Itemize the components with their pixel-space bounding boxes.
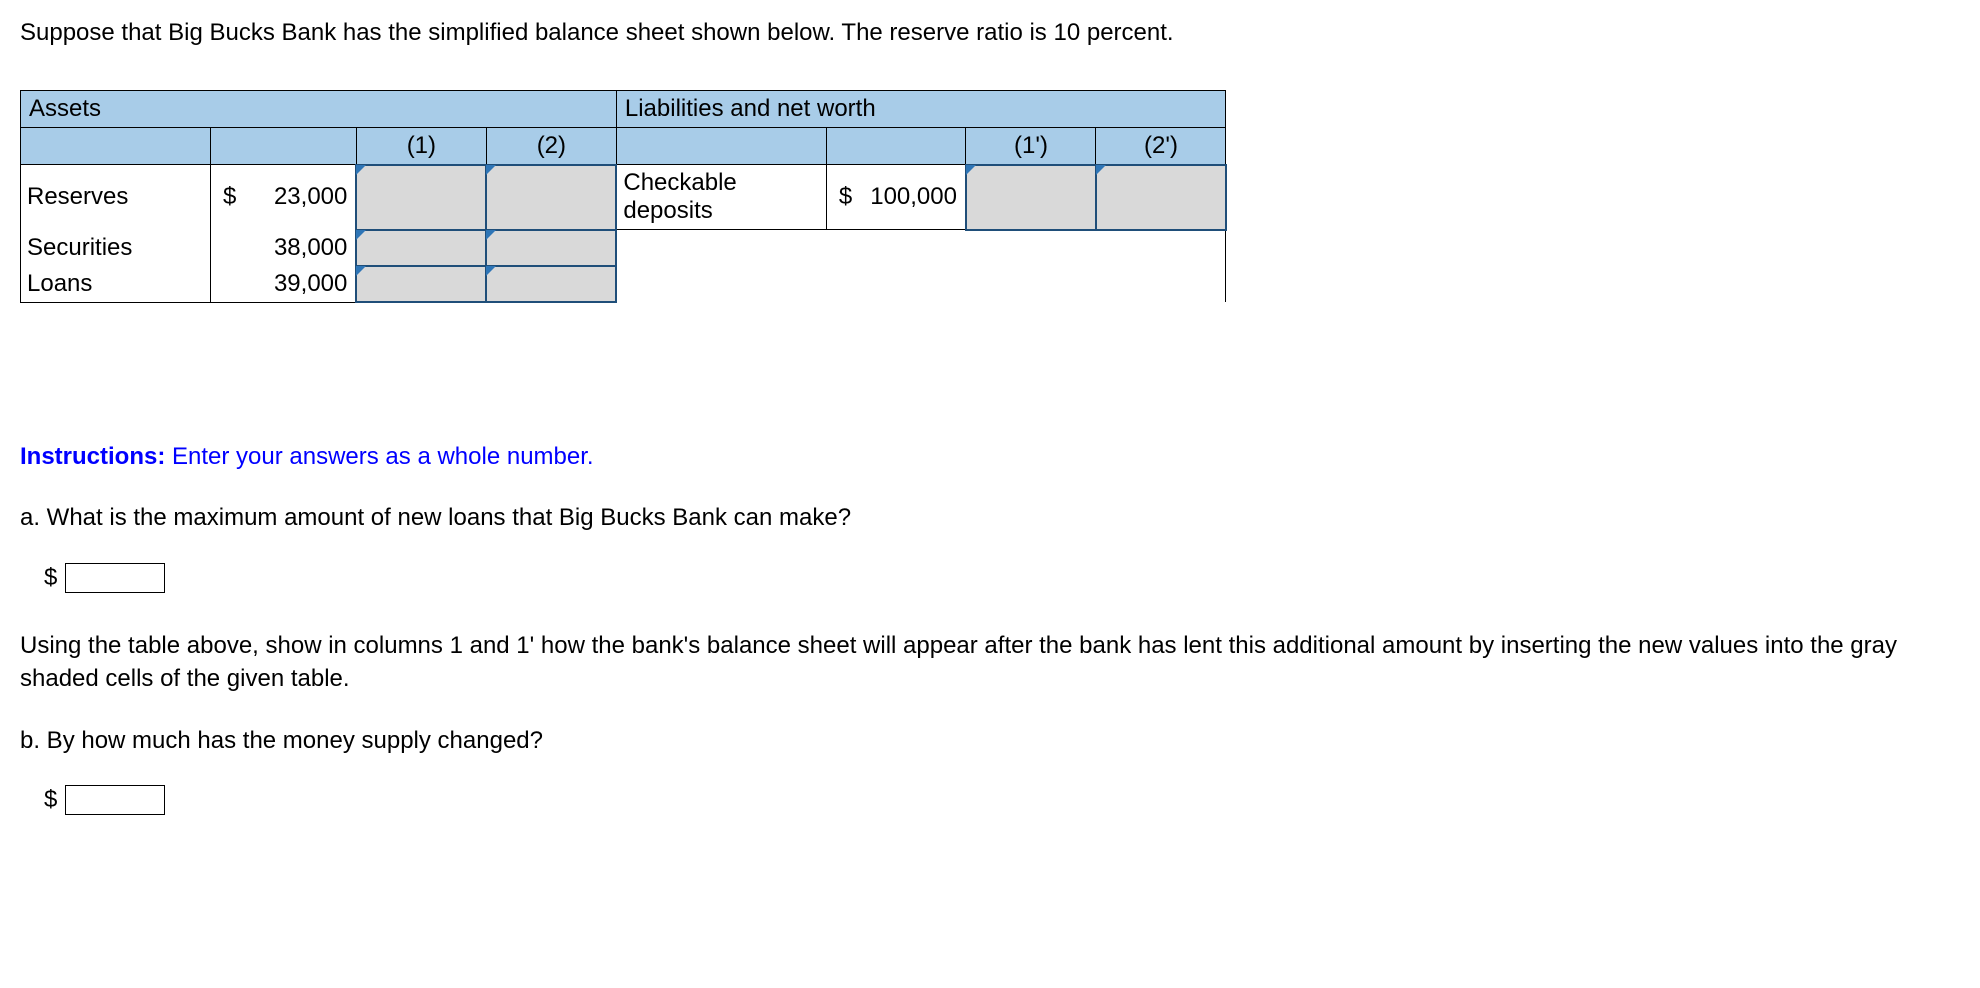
loans-col1-input[interactable] bbox=[357, 267, 485, 302]
dollar-sign-b: $ bbox=[44, 786, 57, 814]
input-marker-icon bbox=[966, 165, 976, 175]
securities-col1-input-cell[interactable] bbox=[356, 230, 486, 266]
checkable-col2p-input[interactable] bbox=[1097, 166, 1225, 229]
col-1-header: (1) bbox=[356, 127, 486, 165]
checkable-col2p-input-cell[interactable] bbox=[1096, 165, 1226, 230]
blank-subheader-5 bbox=[826, 127, 862, 165]
blank-subheader-1 bbox=[21, 127, 211, 165]
input-marker-icon bbox=[1096, 165, 1106, 175]
input-marker-icon bbox=[486, 165, 496, 175]
liab-blank-1 bbox=[616, 230, 826, 303]
balance-sheet-table-container: Assets Liabilities and net worth (1) (2)… bbox=[20, 90, 1960, 304]
checkable-dollar: $ bbox=[826, 165, 862, 230]
question-b: b. By how much has the money supply chan… bbox=[20, 724, 1960, 758]
securities-col2-input-cell[interactable] bbox=[486, 230, 616, 266]
instructions-line: Instructions: Enter your answers as a wh… bbox=[20, 443, 1960, 471]
answer-b-row: $ bbox=[44, 785, 1960, 815]
securities-col2-input[interactable] bbox=[487, 231, 615, 265]
liab-blank-5 bbox=[1096, 230, 1226, 303]
instructions-label: Instructions: bbox=[20, 443, 165, 470]
answer-a-row: $ bbox=[44, 563, 1960, 593]
checkable-col1p-input-cell[interactable] bbox=[966, 165, 1096, 230]
input-marker-icon bbox=[356, 230, 366, 240]
liabilities-header: Liabilities and net worth bbox=[616, 90, 1226, 127]
instructions-text: Enter your answers as a whole number. bbox=[165, 443, 593, 470]
checkable-col1p-input[interactable] bbox=[967, 166, 1095, 229]
reserves-col1-input-cell[interactable] bbox=[356, 165, 486, 230]
loans-blank-dollar bbox=[211, 266, 247, 303]
checkable-label: Checkable deposits bbox=[616, 165, 826, 230]
securities-amount: 38,000 bbox=[246, 230, 356, 266]
blank-subheader-2 bbox=[211, 127, 247, 165]
loans-col2-input-cell[interactable] bbox=[486, 266, 616, 303]
reserves-col2-input[interactable] bbox=[487, 166, 615, 229]
liab-blank-2 bbox=[826, 230, 862, 303]
blank-subheader-6 bbox=[862, 127, 966, 165]
loans-amount: 39,000 bbox=[246, 266, 356, 303]
securities-blank-dollar bbox=[211, 230, 247, 266]
input-marker-icon bbox=[356, 266, 366, 276]
input-marker-icon bbox=[486, 230, 496, 240]
intro-text: Suppose that Big Bucks Bank has the simp… bbox=[20, 16, 1960, 50]
liab-blank-3 bbox=[862, 230, 966, 303]
input-marker-icon bbox=[486, 266, 496, 276]
col-2p-header: (2') bbox=[1096, 127, 1226, 165]
reserves-col2-input-cell[interactable] bbox=[486, 165, 616, 230]
loans-col1-input-cell[interactable] bbox=[356, 266, 486, 303]
reserves-col1-input[interactable] bbox=[357, 166, 485, 229]
input-marker-icon bbox=[356, 165, 366, 175]
blank-subheader-3 bbox=[246, 127, 356, 165]
loans-col2-input[interactable] bbox=[487, 267, 615, 302]
col-2-header: (2) bbox=[486, 127, 616, 165]
reserves-amount: 23,000 bbox=[246, 165, 356, 230]
liab-blank-4 bbox=[966, 230, 1096, 303]
answer-b-input[interactable] bbox=[65, 785, 165, 815]
answer-a-input[interactable] bbox=[65, 563, 165, 593]
loans-label: Loans bbox=[21, 266, 211, 303]
question-a: a. What is the maximum amount of new loa… bbox=[20, 501, 1960, 535]
securities-label: Securities bbox=[21, 230, 211, 266]
securities-col1-input[interactable] bbox=[357, 231, 485, 265]
checkable-amount: 100,000 bbox=[862, 165, 966, 230]
reserves-dollar: $ bbox=[211, 165, 247, 230]
dollar-sign-a: $ bbox=[44, 564, 57, 592]
col-1p-header: (1') bbox=[966, 127, 1096, 165]
followup-a: Using the table above, show in columns 1… bbox=[20, 629, 1960, 696]
blank-subheader-4 bbox=[616, 127, 826, 165]
assets-header: Assets bbox=[21, 90, 617, 127]
reserves-label: Reserves bbox=[21, 165, 211, 230]
balance-sheet-table: Assets Liabilities and net worth (1) (2)… bbox=[20, 90, 1227, 304]
